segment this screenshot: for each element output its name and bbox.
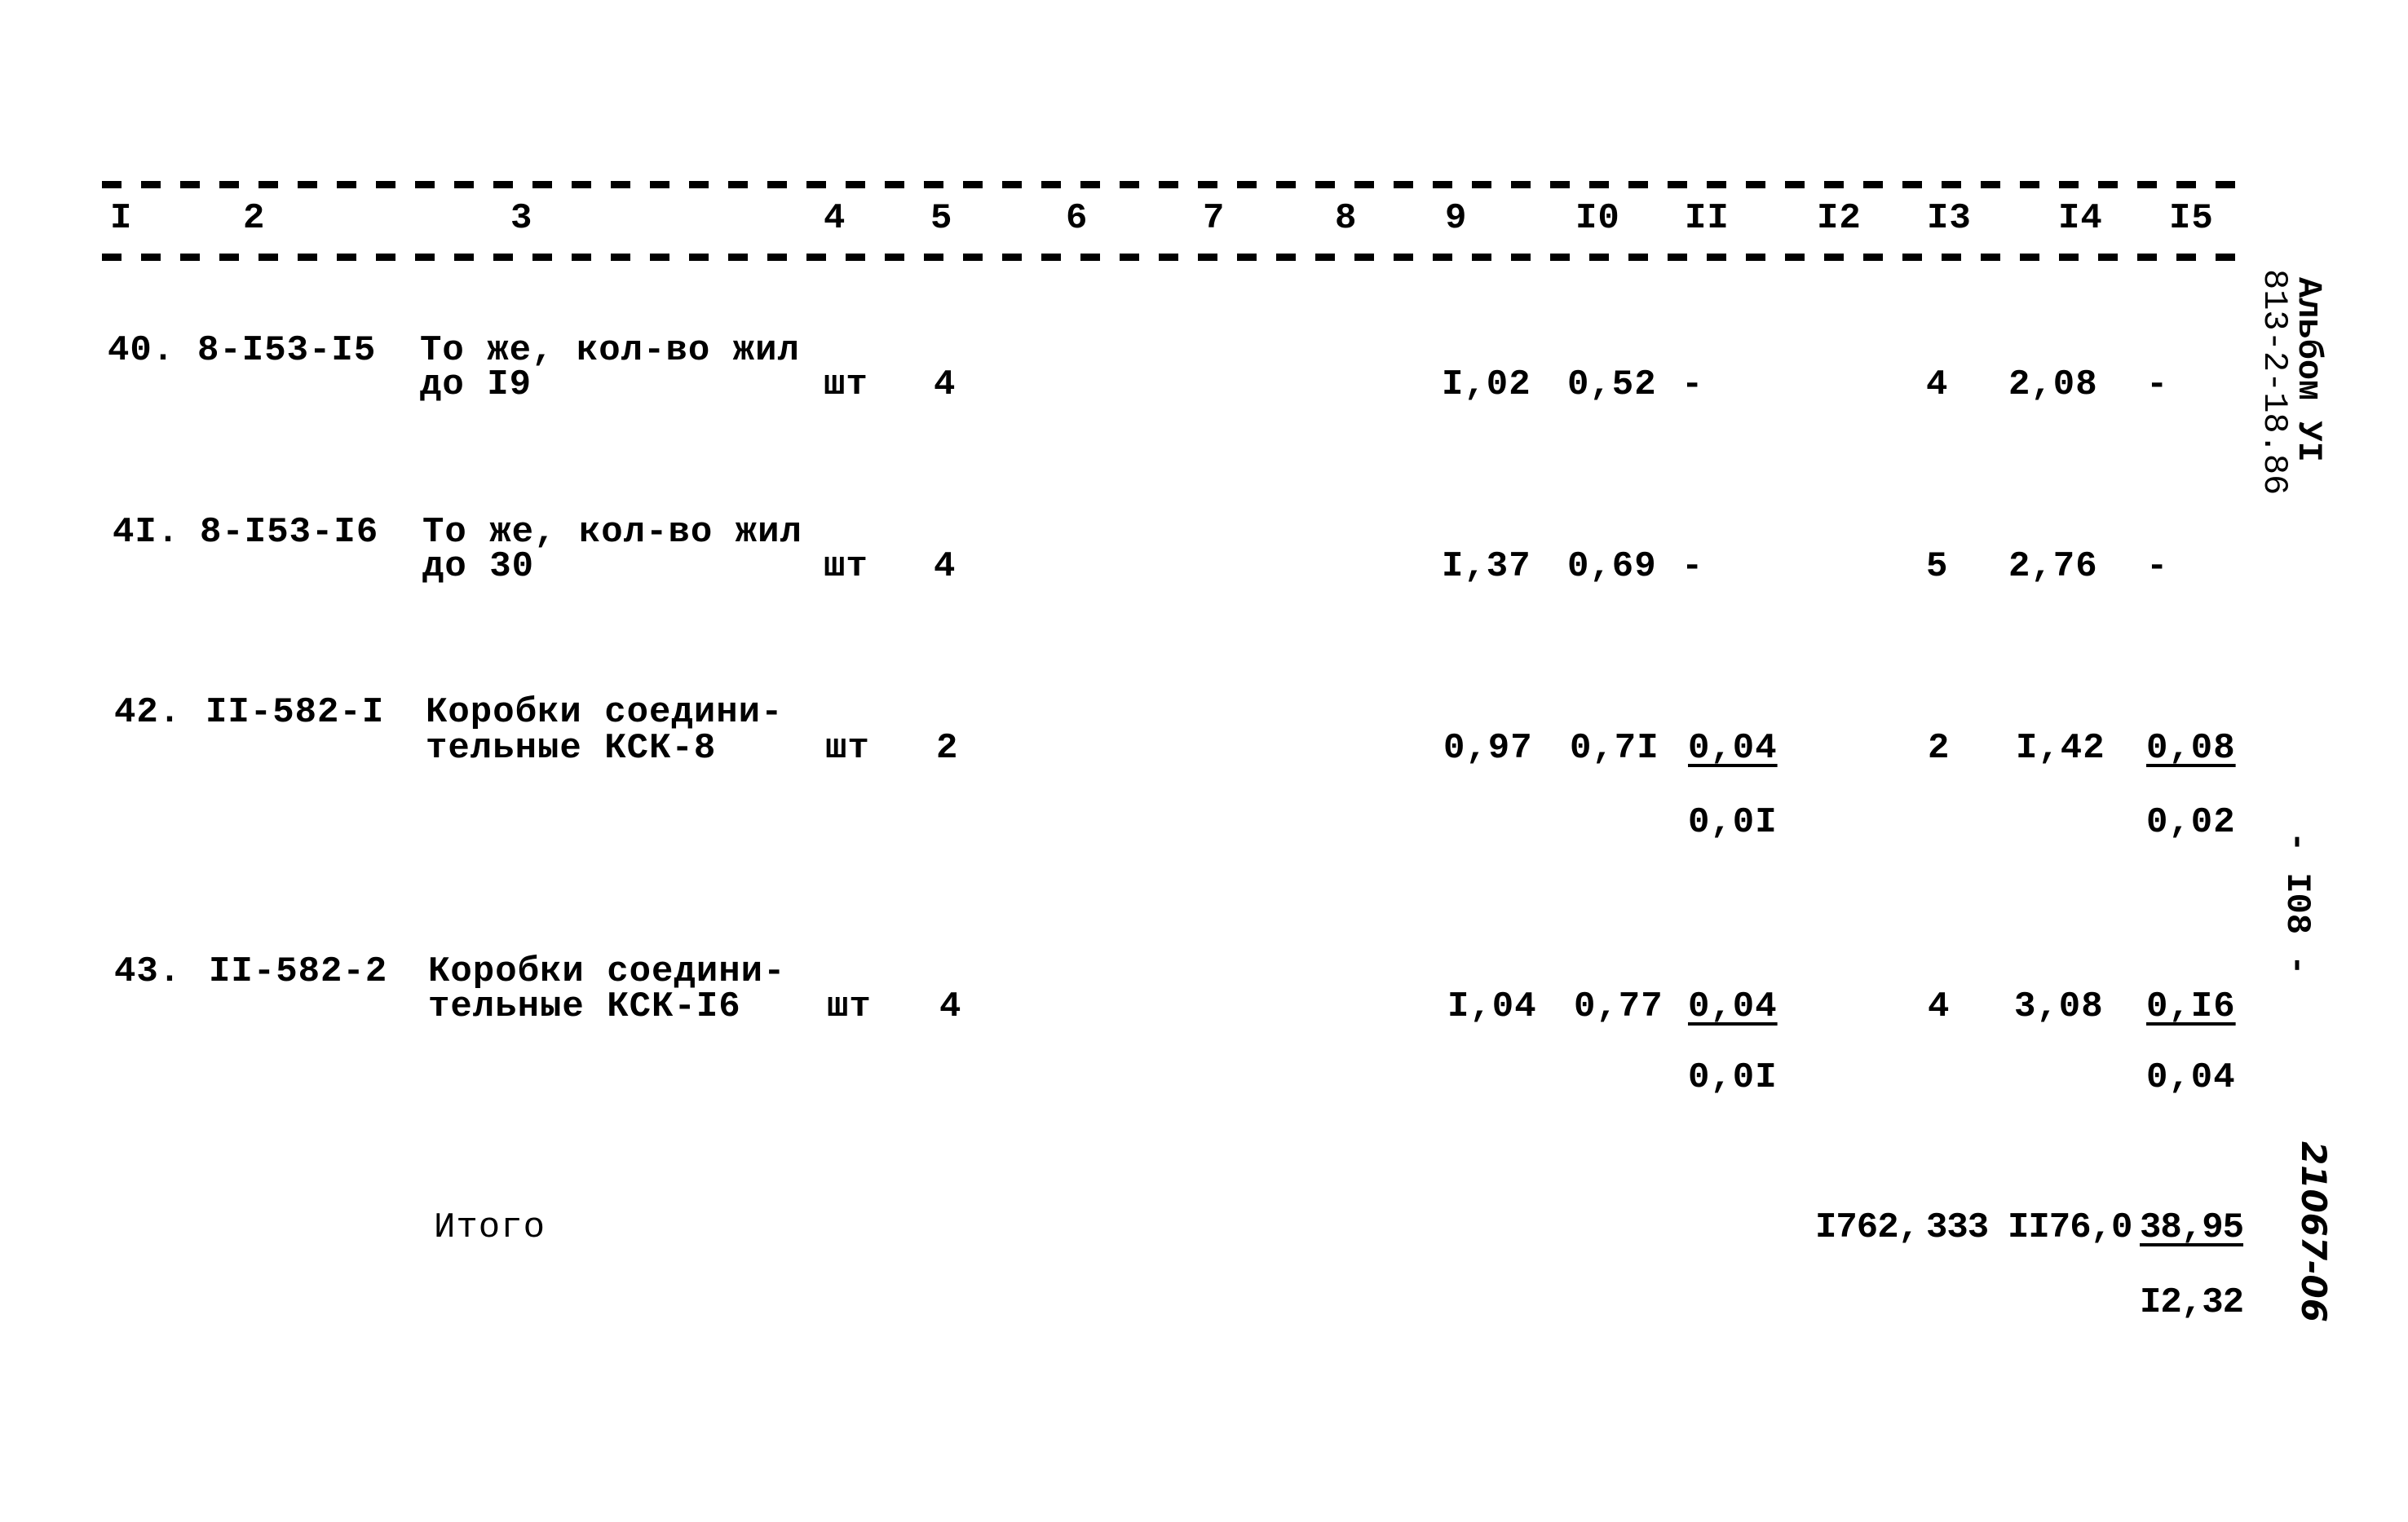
row-col13: 4 (1928, 986, 1951, 1027)
row-code: II-582-I (205, 692, 385, 733)
row-col13: 4 (1926, 364, 1949, 405)
row-unit: шт (825, 728, 870, 769)
project-code-stamp: 813-2-18.86 (2255, 269, 2294, 496)
album-stamp: Альбом УI (2289, 277, 2328, 462)
row-col13: 2 (1928, 728, 1951, 769)
row-number: 43. (114, 951, 182, 992)
col-header-11: II (1685, 198, 1730, 239)
col-header-15: I5 (2169, 198, 2214, 239)
row-unit: шт (827, 986, 872, 1027)
total-col12: I762, (1815, 1207, 1920, 1248)
row-col14: 2,76 (2008, 546, 2098, 587)
col-header-13: I3 (1927, 198, 1972, 239)
row-col15: 0,I6 (2146, 986, 2236, 1027)
row-unit: шт (824, 364, 868, 405)
row-code: II-582-2 (209, 951, 388, 992)
row-name-line1: То же, кол-во жил (420, 330, 800, 371)
row-name-line2: тельные КСК-8 (426, 728, 717, 769)
col-header-2: 2 (243, 198, 266, 239)
row-number: 42. (114, 692, 182, 733)
total-col13: 333 (1926, 1207, 1989, 1248)
row-col13: 5 (1926, 546, 1949, 587)
document-number: 21067-06 (2294, 1141, 2334, 1322)
row-col11: 0,04 (1688, 728, 1778, 769)
row-col11-sub: 0,0I (1688, 802, 1778, 843)
row-col10: 0,69 (1567, 546, 1657, 587)
row-name-line1: Коробки соедини- (426, 692, 784, 733)
col-header-5: 5 (930, 198, 953, 239)
col-header-8: 8 (1335, 198, 1358, 239)
row-col10: 0,52 (1567, 364, 1657, 405)
row-col14: 2,08 (2008, 364, 2098, 405)
col-header-10: I0 (1575, 198, 1620, 239)
row-col11-sub: 0,0I (1688, 1057, 1778, 1098)
total-col15: 38,95 (2140, 1207, 2244, 1248)
row-qty: 4 (934, 546, 957, 587)
row-col14: I,42 (2016, 728, 2105, 769)
row-name-line2: до I9 (420, 364, 532, 405)
row-name-line2: до 30 (422, 546, 535, 587)
row-col9: I,02 (1442, 364, 1531, 405)
row-col11: - (1681, 546, 1704, 587)
total-col15-sub: I2,32 (2140, 1282, 2244, 1323)
header-top-rule (102, 181, 2251, 188)
row-name-line2: тельные КСК-I6 (428, 986, 741, 1027)
page-number: - I08 - (2278, 832, 2317, 976)
row-qty: 2 (936, 728, 959, 769)
col-header-4: 4 (824, 198, 846, 239)
row-col11: 0,04 (1688, 986, 1778, 1027)
row-col9: 0,97 (1443, 728, 1533, 769)
row-col15-sub: 0,02 (2146, 802, 2236, 843)
row-qty: 4 (934, 364, 957, 405)
col-header-12: I2 (1817, 198, 1862, 239)
row-number: 40. (108, 330, 175, 371)
col-header-1: I (110, 198, 133, 239)
col-header-6: 6 (1066, 198, 1089, 239)
col-header-9: 9 (1445, 198, 1468, 239)
total-label: Итого (434, 1207, 546, 1248)
col-header-7: 7 (1203, 198, 1226, 239)
total-col14: II76,0 (2008, 1207, 2132, 1248)
row-col14: 3,08 (2014, 986, 2104, 1027)
row-col15: 0,08 (2146, 728, 2236, 769)
col-header-3: 3 (510, 198, 533, 239)
row-col15-sub: 0,04 (2146, 1057, 2236, 1098)
row-col11: - (1681, 364, 1704, 405)
row-number: 4I. (113, 512, 180, 553)
row-code: 8-I53-I6 (200, 512, 379, 553)
row-col15: - (2146, 364, 2169, 405)
row-unit: шт (824, 546, 868, 587)
row-col10: 0,7I (1570, 728, 1659, 769)
row-qty: 4 (939, 986, 962, 1027)
row-col10: 0,77 (1574, 986, 1664, 1027)
row-name-line1: То же, кол-во жил (422, 512, 802, 553)
col-header-14: I4 (2058, 198, 2103, 239)
row-code: 8-I53-I5 (197, 330, 377, 371)
row-col15: - (2146, 546, 2169, 587)
header-bottom-rule (102, 254, 2251, 261)
row-name-line1: Коробки соедини- (428, 951, 786, 992)
row-col9: I,37 (1442, 546, 1531, 587)
row-col9: I,04 (1447, 986, 1537, 1027)
